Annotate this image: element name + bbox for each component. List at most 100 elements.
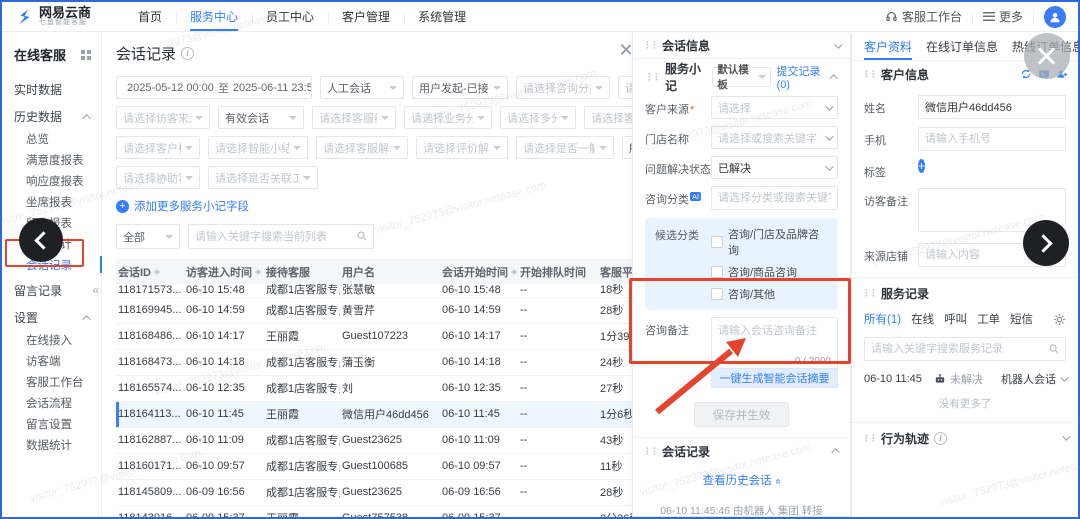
nav-item-1[interactable]: 服务中心 [176,2,252,31]
filter-select[interactable]: 请选择多分配入口 [500,106,576,129]
record-type[interactable]: 机器人会话 [1001,371,1066,387]
sidebar-item-0[interactable]: 实时数据 [2,78,101,101]
chevron-up-icon[interactable] [831,448,839,456]
candidate-option-1[interactable]: 咨询/商品咨询 [711,264,828,280]
column-header[interactable]: 会话ID [116,259,184,284]
filter-select[interactable]: 请选择智能小结状态 [208,136,308,159]
history-sessions-link[interactable]: 查看历史会话 « [703,475,781,487]
sidebar-item-14[interactable]: 会话流程 [2,392,101,413]
save-button[interactable]: 保存并生效 [694,402,790,427]
gear-icon[interactable] [1053,313,1066,326]
sidebar-item-13[interactable]: 客服工作台 [2,371,101,392]
drag-handle-icon[interactable]: ⋮⋮ [645,73,659,82]
service-tab-0[interactable]: 所有(1) [864,311,901,327]
tab-1[interactable]: 在线订单信息 [926,33,998,60]
sidebar-collapse-icon[interactable]: « [92,283,99,297]
sidebar-item-label: 响应度报表 [26,173,84,189]
checkbox-icon[interactable] [711,266,723,278]
consult-category-input[interactable] [711,186,838,210]
resolve-status-select[interactable]: 已解决 [711,156,838,179]
chevron-down-icon[interactable] [834,40,842,48]
sidebar-item-2[interactable]: 总览 [2,128,101,149]
filter-select[interactable]: 请选择协助客服 [116,166,200,189]
workbench-button[interactable]: 客服工作台 [885,8,962,25]
sidebar-item-4[interactable]: 响应度报表 [2,170,101,191]
filter-select[interactable]: 用户发起-已接入、… [412,76,508,99]
sidebar-item-12[interactable]: 访客端 [2,350,101,371]
filter-select[interactable]: 有效会话 [218,106,304,129]
column-header[interactable]: 接待客服 [264,259,340,284]
column-header[interactable]: 用户名 [340,259,440,284]
sidebar-item-5[interactable]: 坐席报表 [2,191,101,212]
phone-input[interactable] [918,127,1066,151]
filter-select[interactable]: 请选择是否一解会话 [516,136,614,159]
filter-select[interactable]: 请选择业务分流类型 [404,106,492,129]
apps-grid-icon[interactable] [81,50,91,60]
sidebar-item-1[interactable]: 历史数据 [2,105,101,128]
sort-icon[interactable] [255,266,262,278]
drag-handle-icon[interactable]: ⋮⋮ [643,41,657,50]
sidebar-item-16[interactable]: 数据统计 [2,434,101,455]
sidebar-item-10[interactable]: 设置 [2,306,101,329]
filter-select[interactable]: 人工会话 [320,76,404,99]
add-more-fields-link[interactable]: + 添加更多服务小记字段 [116,198,249,214]
scope-select[interactable]: 全部 [116,224,180,249]
filter-select[interactable]: 请选择客服组 [312,106,396,129]
service-tab-3[interactable]: 工单 [977,311,1000,327]
service-tab-4[interactable]: 短信 [1010,311,1033,327]
sort-icon[interactable] [154,266,161,278]
filter-select[interactable]: 请选择客服解决状态 [316,136,408,159]
ai-summary-button[interactable]: 一键生成智能会话摘要 [712,368,837,387]
sort-icon[interactable] [511,266,518,278]
customer-source-select[interactable]: 请选择 [711,96,838,119]
service-tab-2[interactable]: 呼叫 [944,311,967,327]
sidebar-item-11[interactable]: 在线接入 [2,329,101,350]
next-step-annotation[interactable] [1023,220,1069,266]
service-search-input[interactable] [864,337,1066,361]
nav-item-3[interactable]: 客户管理 [328,2,404,31]
filter-select[interactable]: 请选择是否关联工单 [208,166,318,189]
table-search-input[interactable] [188,224,374,249]
chevron-down-icon[interactable] [1062,432,1070,440]
name-input[interactable] [918,95,1066,119]
drag-handle-icon[interactable]: ⋮⋮ [862,289,876,298]
service-tab-1[interactable]: 在线 [911,311,934,327]
store-name-select[interactable]: 请选择或搜索关键字 [711,126,838,149]
remark-textarea[interactable] [712,318,837,354]
sidebar-item-9[interactable]: 留言记录 [2,279,101,302]
filter-select[interactable]: 请选择客户标签 [116,136,200,159]
tab-0[interactable]: 客户资料 [864,33,912,60]
nav-item-4[interactable]: 系统管理 [404,2,480,31]
filter-select[interactable]: 请选择咨询分类 [516,76,610,99]
sidebar-item-15[interactable]: 留言设置 [2,413,101,434]
submit-records-link[interactable]: 提交记录(0) [777,63,826,91]
sidebar-item-3[interactable]: 满意度报表 [2,149,101,170]
chevron-down-icon [758,75,766,83]
prev-step-annotation[interactable] [19,218,63,262]
close-panel-icon[interactable] [620,43,631,54]
column-header[interactable]: 开始排队时间 [518,259,598,284]
template-select[interactable]: 默认模板 [712,67,770,87]
drag-handle-icon[interactable]: ⋮⋮ [643,447,657,456]
candidate-option-0[interactable]: 咨询/门店及品牌咨询 [711,226,828,258]
nav-item-0[interactable]: 首页 [124,2,176,31]
checkbox-icon[interactable] [711,236,723,248]
checkbox-icon[interactable] [711,288,723,300]
column-header[interactable]: 访客进入时间 [184,259,264,284]
more-button[interactable]: 更多 [983,8,1023,25]
drag-handle-icon[interactable]: ⋮⋮ [862,434,876,443]
field-label: 咨询备注 [645,317,711,338]
close-overlay-button[interactable] [1024,33,1070,79]
filter-select[interactable]: 请选择访客来源 [116,106,210,129]
candidate-option-2[interactable]: 咨询/其他 [711,286,828,302]
filter-select[interactable]: 请选择评价解决状态 [416,136,508,159]
date-range-picker[interactable]: 2025-05-12 00:00 至 2025-06-11 23:59 [116,76,312,99]
select-value: 已解决 [718,160,751,176]
avatar[interactable] [1044,6,1066,28]
chevron-up-icon[interactable] [829,74,837,82]
nav-item-2[interactable]: 员工中心 [252,2,328,31]
add-tag-icon[interactable]: + [918,159,925,173]
service-record-row[interactable]: 06-10 11:45 未解决 机器人会话 [864,371,1066,387]
column-header[interactable]: 会话开始时间 [440,259,518,284]
drag-handle-icon[interactable]: ⋮⋮ [862,70,876,79]
